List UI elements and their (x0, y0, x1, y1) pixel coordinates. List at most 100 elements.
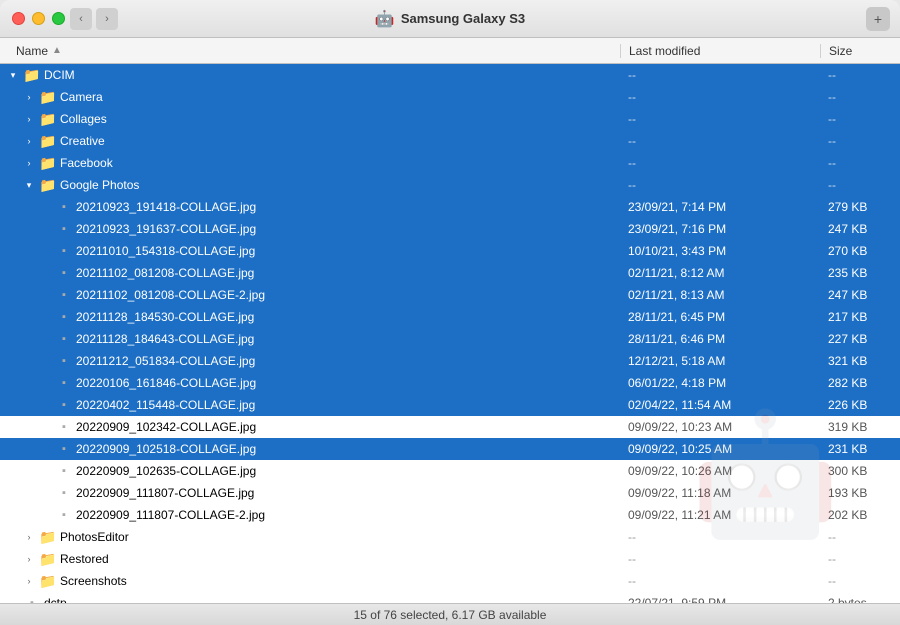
row-label: 20211102_081208-COLLAGE.jpg (76, 266, 254, 280)
row-modified: 09/09/22, 11:18 AM (620, 486, 820, 500)
file-list[interactable]: 📁 DCIM -- -- 📁 Camera -- -- 📁 Collages -… (0, 64, 900, 603)
list-item[interactable]: ▪ 20220909_102518-COLLAGE.jpg 09/09/22, … (0, 438, 900, 460)
row-name: ▪ 20210923_191418-COLLAGE.jpg (0, 199, 620, 215)
back-button[interactable]: ‹ (70, 8, 92, 30)
row-label: 20220402_115448-COLLAGE.jpg (76, 398, 255, 412)
row-modified: -- (620, 178, 820, 192)
list-item[interactable]: 📁 Restored -- -- (0, 548, 900, 570)
row-size: 270 KB (820, 244, 900, 258)
expand-arrow[interactable] (22, 134, 36, 148)
row-label: dctp (44, 596, 67, 603)
list-item[interactable]: ▪ 20220909_102342-COLLAGE.jpg 09/09/22, … (0, 416, 900, 438)
new-folder-button[interactable]: + (866, 7, 890, 31)
expand-spacer (6, 596, 20, 603)
row-name: 📁 Screenshots (0, 573, 620, 589)
row-modified: 02/04/22, 11:54 AM (620, 398, 820, 412)
expand-arrow[interactable] (6, 68, 20, 82)
list-item[interactable]: 📁 Collages -- -- (0, 108, 900, 130)
row-modified: -- (620, 156, 820, 170)
row-label: 20210923_191637-COLLAGE.jpg (76, 222, 256, 236)
row-name: 📁 Creative (0, 133, 620, 149)
row-label: 20211212_051834-COLLAGE.jpg (76, 354, 255, 368)
list-item[interactable]: ▪ 20211128_184530-COLLAGE.jpg 28/11/21, … (0, 306, 900, 328)
list-item[interactable]: 📁 DCIM -- -- (0, 64, 900, 86)
folder-icon: 📁 (40, 133, 56, 149)
list-item[interactable]: ▪ 20210923_191637-COLLAGE.jpg 23/09/21, … (0, 218, 900, 240)
row-size: -- (820, 112, 900, 126)
row-size: 247 KB (820, 288, 900, 302)
list-item[interactable]: ▪ 20210923_191418-COLLAGE.jpg 23/09/21, … (0, 196, 900, 218)
file-icon: ▪ (56, 463, 72, 479)
list-item[interactable]: ▪ dctp 22/07/21, 9:59 PM 2 bytes (0, 592, 900, 603)
col-name-header[interactable]: Name ▲ (0, 44, 620, 58)
list-item[interactable]: ▪ 20220909_111807-COLLAGE-2.jpg 09/09/22… (0, 504, 900, 526)
list-item[interactable]: ▪ 20211102_081208-COLLAGE-2.jpg 02/11/21… (0, 284, 900, 306)
row-label: Restored (60, 552, 109, 566)
row-size: -- (820, 156, 900, 170)
folder-icon: 📁 (40, 551, 56, 567)
list-item[interactable]: 📁 Camera -- -- (0, 86, 900, 108)
list-item[interactable]: 📁 PhotosEditor -- -- (0, 526, 900, 548)
list-item[interactable]: ▪ 20211212_051834-COLLAGE.jpg 12/12/21, … (0, 350, 900, 372)
list-item[interactable]: ▪ 20211102_081208-COLLAGE.jpg 02/11/21, … (0, 262, 900, 284)
row-modified: 09/09/22, 11:21 AM (620, 508, 820, 522)
row-size: -- (820, 134, 900, 148)
row-size: -- (820, 68, 900, 82)
list-item[interactable]: ▪ 20211010_154318-COLLAGE.jpg 10/10/21, … (0, 240, 900, 262)
expand-arrow[interactable] (22, 156, 36, 170)
file-icon: ▪ (56, 353, 72, 369)
minimize-button[interactable] (32, 12, 45, 25)
folder-icon: 📁 (40, 177, 56, 193)
row-modified: 02/11/21, 8:12 AM (620, 266, 820, 280)
col-size-header[interactable]: Size (820, 44, 900, 58)
row-modified: 28/11/21, 6:45 PM (620, 310, 820, 324)
expand-arrow[interactable] (22, 552, 36, 566)
expand-arrow[interactable] (22, 530, 36, 544)
expand-spacer (38, 508, 52, 522)
titlebar: ‹ › 🤖 Samsung Galaxy S3 + (0, 0, 900, 38)
list-item[interactable]: ▪ 20211128_184643-COLLAGE.jpg 28/11/21, … (0, 328, 900, 350)
file-icon: ▪ (56, 309, 72, 325)
row-name: 📁 Restored (0, 551, 620, 567)
list-item[interactable]: 📁 Google Photos -- -- (0, 174, 900, 196)
status-bar: 15 of 76 selected, 6.17 GB available (0, 603, 900, 625)
close-button[interactable] (12, 12, 25, 25)
row-modified: -- (620, 134, 820, 148)
maximize-button[interactable] (52, 12, 65, 25)
row-size: 202 KB (820, 508, 900, 522)
row-size: -- (820, 552, 900, 566)
list-item[interactable]: 📁 Facebook -- -- (0, 152, 900, 174)
list-item[interactable]: 📁 Screenshots -- -- (0, 570, 900, 592)
row-size: 193 KB (820, 486, 900, 500)
file-icon: ▪ (56, 419, 72, 435)
folder-icon: 📁 (40, 155, 56, 171)
expand-arrow[interactable] (22, 112, 36, 126)
row-name: 📁 Google Photos (0, 177, 620, 193)
row-modified: 09/09/22, 10:23 AM (620, 420, 820, 434)
list-item[interactable]: ▪ 20220909_102635-COLLAGE.jpg 09/09/22, … (0, 460, 900, 482)
row-label: PhotosEditor (60, 530, 129, 544)
file-icon: ▪ (24, 595, 40, 603)
row-name: ▪ 20211010_154318-COLLAGE.jpg (0, 243, 620, 259)
list-item[interactable]: 📁 Creative -- -- (0, 130, 900, 152)
row-label: 20211128_184530-COLLAGE.jpg (76, 310, 254, 324)
nav-buttons: ‹ › (70, 8, 118, 30)
expand-spacer (38, 442, 52, 456)
expand-arrow[interactable] (22, 574, 36, 588)
expand-arrow[interactable] (22, 178, 36, 192)
list-item[interactable]: ▪ 20220909_111807-COLLAGE.jpg 09/09/22, … (0, 482, 900, 504)
row-name: ▪ 20220402_115448-COLLAGE.jpg (0, 397, 620, 413)
row-modified: 02/11/21, 8:13 AM (620, 288, 820, 302)
expand-arrow[interactable] (22, 90, 36, 104)
forward-button[interactable]: › (96, 8, 118, 30)
row-size: 226 KB (820, 398, 900, 412)
col-modified-header[interactable]: Last modified (620, 44, 820, 58)
expand-spacer (38, 332, 52, 346)
list-item[interactable]: ▪ 20220106_161846-COLLAGE.jpg 06/01/22, … (0, 372, 900, 394)
row-name: ▪ 20220909_102518-COLLAGE.jpg (0, 441, 620, 457)
row-name: ▪ 20220909_102635-COLLAGE.jpg (0, 463, 620, 479)
row-name: 📁 Collages (0, 111, 620, 127)
list-item[interactable]: ▪ 20220402_115448-COLLAGE.jpg 02/04/22, … (0, 394, 900, 416)
row-size: 279 KB (820, 200, 900, 214)
title-text: Samsung Galaxy S3 (401, 11, 525, 26)
